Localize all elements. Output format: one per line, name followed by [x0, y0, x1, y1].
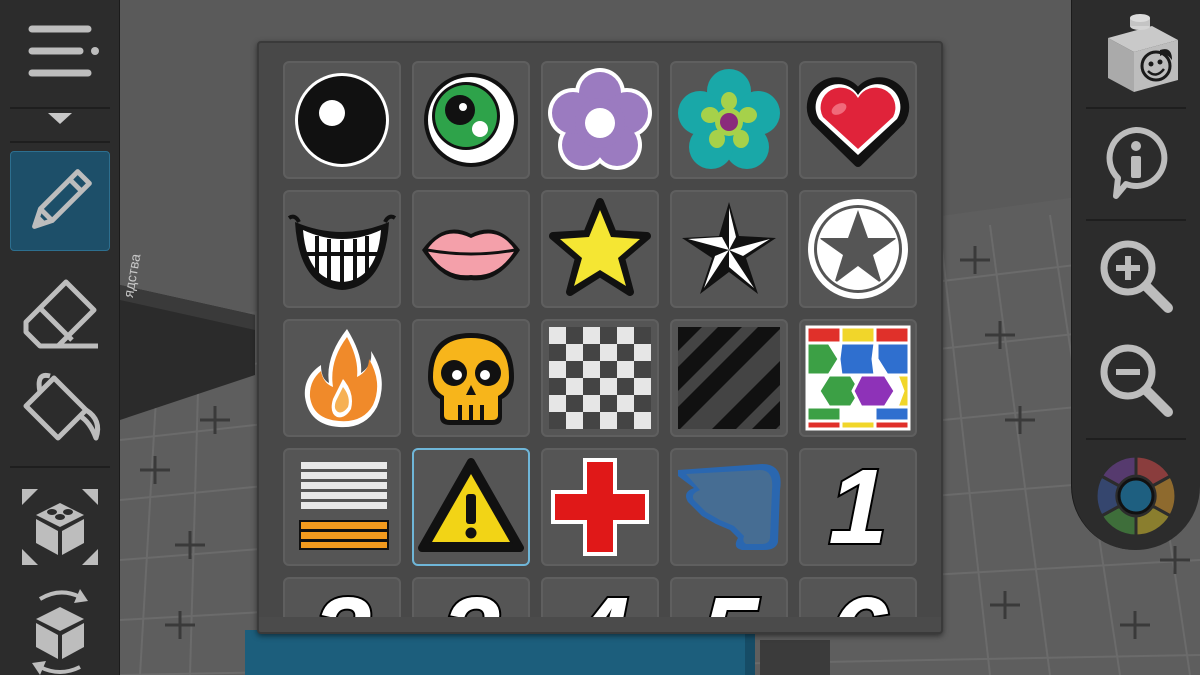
- decal-grid: 1 2 3 4 5 6: [259, 43, 941, 617]
- brick-decal-button[interactable]: [1086, 4, 1186, 104]
- zoom-in-button[interactable]: [1086, 226, 1186, 326]
- decal-red-cross[interactable]: [541, 448, 659, 566]
- paint-bucket-tool-button[interactable]: [10, 360, 110, 460]
- brick-decal-icon: [1108, 14, 1178, 92]
- paint-bucket-icon: [23, 372, 101, 441]
- number-6-icon: 6: [801, 580, 915, 617]
- decal-number-1[interactable]: 1: [799, 448, 917, 566]
- move-brick-button[interactable]: [10, 477, 110, 577]
- number-1-icon: 1: [827, 448, 890, 566]
- number-2-icon: 2: [285, 580, 399, 617]
- checker-icon: [549, 327, 651, 429]
- toolbar-divider: [10, 107, 110, 109]
- left-toolbar: [0, 0, 120, 675]
- flame-icon: [304, 329, 382, 428]
- zoom-out-button[interactable]: [1086, 330, 1186, 430]
- decal-teal-flower[interactable]: [670, 61, 788, 179]
- green-eye-icon: [424, 73, 518, 167]
- toolbar-divider: [1086, 107, 1186, 109]
- decal-number-6[interactable]: 6: [799, 577, 917, 617]
- palette-footer: [259, 617, 941, 632]
- decal-green-eye[interactable]: [412, 61, 530, 179]
- decal-number-3[interactable]: 3: [412, 577, 530, 617]
- decal-hexagon-pattern[interactable]: [799, 319, 917, 437]
- decal-checker[interactable]: [541, 319, 659, 437]
- decal-number-5[interactable]: 5: [670, 577, 788, 617]
- skull-icon: [428, 333, 514, 425]
- decal-warning[interactable]: [412, 448, 530, 566]
- rotate-brick-icon: [32, 589, 88, 675]
- decal-number-4[interactable]: 4: [541, 577, 659, 617]
- info-icon: [1106, 126, 1168, 199]
- number-5-icon: 5: [672, 580, 786, 617]
- right-toolbar: [1071, 0, 1200, 550]
- teal-flower-icon: [678, 69, 780, 169]
- purple-flower-icon: [548, 68, 652, 170]
- decal-palette: 1 2 3 4 5 6: [257, 41, 943, 634]
- circle-star-icon: [808, 199, 908, 299]
- dropdown-arrow-icon[interactable]: [48, 113, 72, 124]
- toolbar-divider: [10, 141, 110, 143]
- heart-icon: [806, 77, 910, 167]
- pencil-icon: [32, 169, 92, 229]
- decal-grin[interactable]: [283, 190, 401, 308]
- eye-icon: [295, 73, 389, 167]
- decal-heart[interactable]: [799, 61, 917, 179]
- info-button[interactable]: [1086, 112, 1186, 212]
- decal-wing[interactable]: [670, 448, 788, 566]
- decal-nautical-star[interactable]: [670, 190, 788, 308]
- color-wheel-icon: [1094, 454, 1178, 538]
- toolbar-divider: [1086, 438, 1186, 440]
- toolbar-divider: [10, 466, 110, 468]
- lips-icon: [422, 229, 520, 281]
- pencil-tool-button[interactable]: [10, 151, 110, 251]
- zoom-in-icon: [1100, 240, 1173, 313]
- decal-grille[interactable]: [283, 448, 401, 566]
- decal-circle-star[interactable]: [799, 190, 917, 308]
- rotate-brick-button[interactable]: [10, 583, 110, 675]
- number-3-icon: 3: [414, 580, 528, 617]
- number-4-icon: 4: [543, 580, 657, 617]
- yellow-star-icon: [549, 198, 651, 296]
- eraser-icon: [23, 279, 98, 349]
- decal-yellow-star[interactable]: [541, 190, 659, 308]
- decal-eye[interactable]: [283, 61, 401, 179]
- toolbar-divider: [1086, 219, 1186, 221]
- move-brick-icon: [22, 489, 98, 565]
- nautical-star-icon: [682, 202, 776, 294]
- decal-skull[interactable]: [412, 319, 530, 437]
- grille-icon: [299, 462, 389, 550]
- stripes-icon: [678, 327, 780, 429]
- menu-icon: [28, 25, 99, 77]
- menu-button[interactable]: [10, 12, 110, 100]
- decal-purple-flower[interactable]: [541, 61, 659, 179]
- red-cross-icon: [551, 458, 649, 556]
- decal-stripes[interactable]: [670, 319, 788, 437]
- decal-lips[interactable]: [412, 190, 530, 308]
- decal-number-2[interactable]: 2: [283, 577, 401, 617]
- zoom-out-icon: [1100, 344, 1173, 417]
- eraser-tool-button[interactable]: [10, 260, 110, 360]
- grin-icon: [287, 214, 397, 290]
- color-wheel-button[interactable]: [1086, 446, 1186, 546]
- hexagon-pattern-icon: [805, 325, 911, 431]
- warning-icon: [418, 458, 524, 552]
- decal-flame[interactable]: [283, 319, 401, 437]
- wing-icon: [678, 464, 781, 550]
